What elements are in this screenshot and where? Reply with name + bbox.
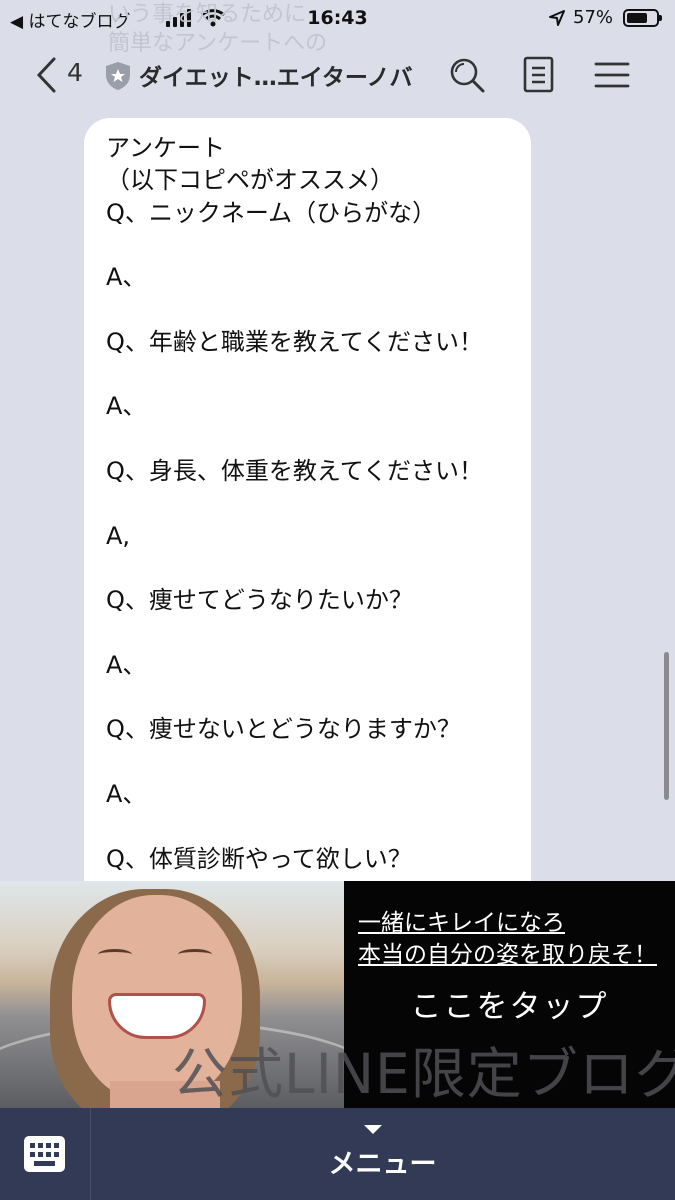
location-icon	[549, 10, 565, 26]
message-line	[106, 293, 511, 325]
rich-menu-banner[interactable]: 一緒にキレイになろ 本当の自分の姿を取り戻そ！ ここをタップ 公式LINE限定ブ…	[0, 881, 675, 1108]
message-line: Q、痩せないとどうなりますか？	[106, 715, 461, 744]
search-icon[interactable]	[448, 56, 486, 94]
message-line	[106, 229, 511, 261]
message-line	[106, 810, 511, 842]
message-line: Q、痩せてどうなりたいか？	[106, 586, 413, 615]
official-line-blog-text: 公式LINE限定ブログ	[172, 1042, 675, 1106]
message-line	[106, 746, 511, 778]
scrollbar[interactable]	[664, 652, 669, 800]
battery-icon	[623, 9, 662, 27]
message-line: （以下コピペがオススメ）	[106, 166, 394, 195]
keyboard-icon	[24, 1136, 65, 1172]
message-line	[106, 616, 511, 648]
status-bar: ◀ はてなブログ 16:43 57%	[0, 0, 675, 38]
message-line: Q、体質診断やって欲しい？	[106, 844, 412, 873]
message-line: Q、年齢と職業を教えてください！	[106, 327, 483, 356]
shield-icon	[106, 62, 130, 90]
keyboard-toggle-button[interactable]	[0, 1108, 91, 1200]
message-line	[106, 552, 511, 584]
message-line: A、	[106, 392, 147, 421]
message-line: アンケート	[106, 134, 226, 162]
back-chevron-icon[interactable]	[34, 56, 58, 94]
message-line: Q、身長、体重を教えてください！	[106, 456, 483, 485]
menu-toggle-button[interactable]: メニュー	[90, 1142, 675, 1181]
message-line: A、	[106, 650, 147, 679]
message-line: A,	[106, 521, 131, 550]
battery-percent: 57%	[573, 7, 614, 28]
chat-title[interactable]: ダイエット…エイターノバ	[139, 58, 412, 92]
tap-here-label[interactable]: ここをタップ	[344, 981, 675, 1026]
banner-tagline-2: 本当の自分の姿を取り戻そ！	[358, 942, 657, 968]
message-line	[106, 423, 511, 455]
message-line	[106, 681, 511, 713]
unread-count[interactable]: 4	[67, 58, 83, 87]
banner-tagline-1: 一緒にキレイになろ	[358, 910, 565, 936]
message-bubble[interactable]: アンケート （以下コピペがオススメ） Q、ニックネーム（ひらがな） A、 Q、年…	[84, 118, 531, 918]
message-line: Q、ニックネーム（ひらがな）	[106, 198, 437, 227]
message-line	[106, 487, 511, 519]
note-icon[interactable]	[523, 56, 555, 94]
bottom-bar: メニュー	[0, 1108, 675, 1200]
message-line: A、	[106, 263, 147, 292]
chevron-down-icon[interactable]	[364, 1125, 382, 1134]
message-line	[106, 358, 511, 390]
chat-header: 4 ダイエット…エイターノバ	[0, 44, 675, 108]
message-line: A、	[106, 779, 147, 808]
hamburger-icon[interactable]	[594, 56, 630, 94]
